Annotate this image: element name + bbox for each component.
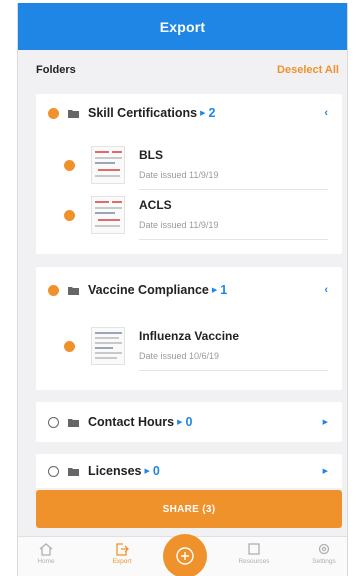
chevron-left-icon[interactable]: ‹ [324,107,328,119]
share-button-label: SHARE (3) [162,503,216,515]
document-date: Date issued 11/9/19 [139,170,219,180]
chevron-right-icon[interactable]: ▶ [323,467,328,475]
folder-header[interactable]: Skill Certifications ▶ 2 ‹ [36,98,342,128]
document-item-acls[interactable]: ACLS Date issued 11/9/19 [36,190,342,240]
document-date: Date issued 10/6/19 [139,351,220,361]
count-arrow-icon: ▶ [211,287,218,294]
divider [139,370,328,371]
add-button[interactable] [163,534,207,576]
folder-select-indicator[interactable] [48,465,59,477]
tab-settings[interactable]: Settings [304,542,344,565]
folder-icon [68,418,79,427]
add-icon [176,547,194,565]
folder-header[interactable]: Licenses ▶ 0 ▶ [36,456,342,486]
document-date: Date issued 11/9/19 [139,220,219,230]
folder-icon [68,286,79,295]
tab-label: Home [37,558,55,565]
divider [139,239,328,240]
folders-label: Folders [36,64,76,76]
export-icon [116,543,129,556]
folder-count: 0 [152,464,160,478]
folder-title: Skill Certifications [88,106,198,120]
count-arrow-icon: ▶ [144,468,150,475]
count-arrow-icon: ▶ [177,419,183,426]
resources-icon [248,543,260,555]
document-select-indicator[interactable] [64,341,75,352]
folder-title: Vaccine Compliance [88,283,209,297]
share-button[interactable]: SHARE (3) [36,490,342,528]
document-thumbnail [91,196,125,234]
tab-home[interactable]: Home [26,542,66,565]
document-select-indicator[interactable] [64,160,75,171]
tab-resources[interactable]: Resources [234,542,274,565]
document-name: ACLS [139,198,172,212]
tab-export[interactable]: Export [102,542,142,565]
document-item-bls[interactable]: BLS Date issued 11/9/19 [36,140,342,190]
folder-select-indicator[interactable] [48,416,59,428]
home-icon [39,543,53,556]
folder-icon [68,467,79,476]
folder-header[interactable]: Vaccine Compliance ▶ 1 ‹ [36,275,342,305]
document-thumbnail [91,327,125,365]
folders-bar: Folders Deselect All [18,50,347,90]
document-item-influenza-vaccine[interactable]: Influenza Vaccine Date issued 10/6/19 [36,321,342,371]
settings-icon [318,543,330,555]
folder-count: 0 [185,415,193,429]
page-title: Export [159,18,206,35]
folder-title: Licenses [88,464,142,478]
document-thumbnail [91,146,125,184]
folder-card-contact-hours[interactable]: Contact Hours ▶ 0 ▶ [36,402,342,442]
folder-count: 1 [220,283,228,297]
tab-label: Settings [312,558,336,565]
folder-title: Contact Hours [88,415,175,429]
count-arrow-icon: ▶ [200,110,206,117]
header-bar: Export [18,3,347,50]
export-screen: Export Folders Deselect All Skill Certif… [17,3,348,576]
folder-header[interactable]: Contact Hours ▶ 0 ▶ [36,407,342,437]
chevron-left-icon[interactable]: ‹ [324,284,328,296]
document-name: BLS [139,148,163,162]
folder-count: 2 [208,106,216,120]
chevron-right-icon[interactable]: ▶ [323,418,328,426]
tab-label: Resources [238,558,270,565]
deselect-all-button[interactable]: Deselect All [277,64,339,76]
folder-select-indicator[interactable] [48,107,59,119]
document-select-indicator[interactable] [64,210,75,221]
folder-card-vaccine-compliance: Vaccine Compliance ▶ 1 ‹ Influenza Vacci… [36,267,342,390]
document-name: Influenza Vaccine [139,329,240,343]
folder-icon [68,109,79,118]
folder-card-skill-certifications: Skill Certifications ▶ 2 ‹ BLS Date issu… [36,94,342,254]
tab-label: Export [112,558,132,565]
folder-card-licenses[interactable]: Licenses ▶ 0 ▶ [36,454,342,488]
folder-select-indicator[interactable] [48,284,59,296]
